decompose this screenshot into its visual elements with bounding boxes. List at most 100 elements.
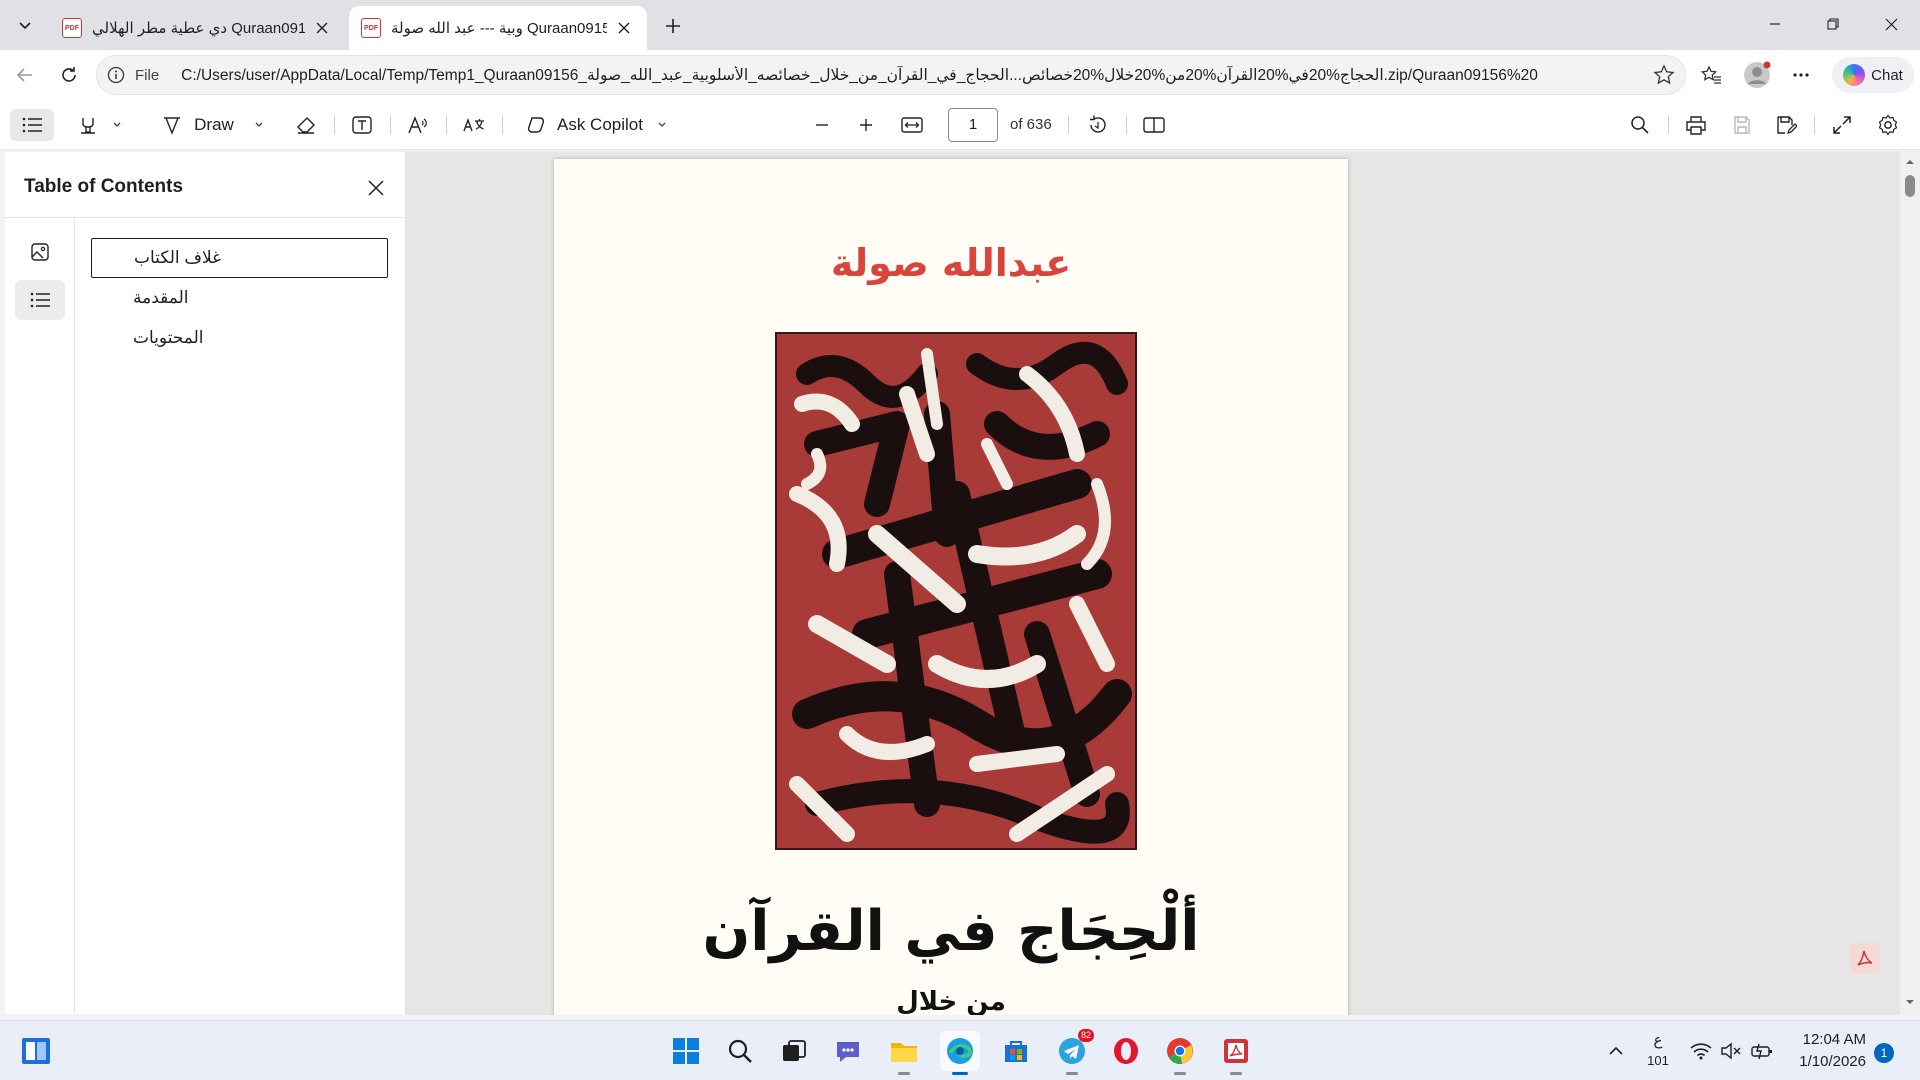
calligraphy-artwork [789, 341, 1132, 844]
rotate-icon [1090, 115, 1106, 133]
restore-button[interactable] [1804, 0, 1862, 48]
teams-chat-button[interactable] [828, 1031, 868, 1071]
pdf-viewer[interactable]: عبدالله صولة ألْحِجَاج في القرآن من خلال [406, 151, 1900, 1015]
read-aloud-button[interactable] [400, 109, 436, 141]
refresh-button[interactable] [52, 59, 86, 91]
save-as-button[interactable] [1768, 109, 1804, 141]
zoom-out-button[interactable] [804, 109, 840, 141]
minus-icon [816, 124, 828, 126]
task-view-button[interactable] [774, 1031, 814, 1071]
save-icon [1734, 116, 1750, 134]
refresh-icon [62, 67, 76, 82]
edge-button[interactable] [940, 1031, 980, 1075]
adobe-acrobat-button[interactable] [1850, 943, 1880, 973]
add-text-button[interactable] [344, 109, 380, 141]
file-explorer-button[interactable] [884, 1031, 924, 1075]
toc-item-cover[interactable]: غلاف الكتاب [91, 238, 388, 278]
zoom-in-button[interactable] [848, 109, 884, 141]
toc-item-label: المقدمة [133, 288, 189, 307]
save-button[interactable] [1724, 109, 1760, 141]
back-button[interactable] [8, 59, 42, 91]
scheme-label: File [135, 66, 160, 84]
pdf-settings-button[interactable] [1870, 109, 1906, 141]
scroll-down-icon[interactable] [1905, 997, 1915, 1007]
scrollbar-thumb[interactable] [1905, 175, 1915, 197]
rotate-button[interactable] [1080, 109, 1116, 141]
quick-settings-button[interactable] [1686, 1031, 1778, 1071]
draw-icon [164, 117, 181, 135]
minimize-icon [1770, 23, 1780, 25]
keyboard-language[interactable]: ع [1646, 1031, 1670, 1049]
scroll-up-icon[interactable] [1905, 157, 1915, 167]
back-arrow-icon [16, 68, 32, 82]
plus-icon [860, 119, 872, 131]
toc-item-contents[interactable]: المحتويات [91, 318, 388, 358]
taskbar-search-button[interactable] [720, 1031, 760, 1071]
info-icon[interactable] [107, 66, 125, 84]
toolbar-divider [1068, 116, 1069, 134]
fullscreen-button[interactable] [1824, 109, 1860, 141]
show-hidden-icons-button[interactable] [1596, 1031, 1636, 1071]
task-view-icon [783, 1040, 806, 1061]
start-button[interactable] [666, 1031, 706, 1071]
minimize-button[interactable] [1746, 0, 1804, 48]
page-number-input[interactable]: 1 [948, 108, 998, 142]
keyboard-layout[interactable]: 101 [1644, 1053, 1672, 1068]
close-window-button[interactable] [1862, 0, 1920, 48]
tab-close-button[interactable] [311, 17, 333, 39]
page-view-button[interactable] [1136, 109, 1172, 141]
profile-button[interactable] [1740, 59, 1774, 91]
chrome-button[interactable] [1160, 1031, 1200, 1075]
erase-button[interactable] [288, 109, 324, 141]
translate-button[interactable] [456, 109, 492, 141]
tab-quraan09156[interactable]: PDF وبية --- عبد الله صولة Quraan09156 [349, 6, 647, 50]
toolbar-divider [1126, 116, 1127, 134]
new-tab-button[interactable] [658, 11, 688, 41]
tab-close-button[interactable] [613, 17, 635, 39]
edge-icon [947, 1038, 973, 1064]
thumbnails-tab[interactable] [15, 232, 65, 272]
settings-more-button[interactable] [1784, 59, 1818, 91]
fit-to-width-button[interactable] [894, 109, 930, 141]
toc-item-introduction[interactable]: المقدمة [91, 278, 388, 318]
copilot-icon [1843, 64, 1866, 86]
print-button[interactable] [1678, 109, 1714, 141]
highlight-button[interactable] [72, 109, 128, 141]
widgets-button[interactable] [16, 1031, 56, 1071]
address-bar[interactable]: File C:/Users/user/AppData/Local/Temp/Te… [96, 55, 1686, 95]
telegram-button[interactable]: 82 [1052, 1029, 1094, 1075]
vertical-scrollbar[interactable] [1900, 151, 1920, 1015]
save-as-icon [1777, 116, 1797, 135]
copilot-chat-button[interactable]: Chat [1832, 57, 1914, 93]
close-panel-button[interactable] [360, 172, 392, 204]
battery-icon [1751, 1043, 1772, 1060]
ask-copilot-button[interactable]: Ask Copilot [516, 109, 676, 141]
pdf-reader-button[interactable] [1216, 1031, 1256, 1075]
telegram-unread-badge: 82 [1077, 1029, 1094, 1042]
clock-date[interactable]: 1/10/2026 [1786, 1053, 1866, 1070]
chevron-down-icon [19, 22, 31, 30]
favorite-star-icon[interactable] [1653, 64, 1675, 86]
chevron-up-icon [1609, 1046, 1623, 1055]
contents-tab[interactable] [15, 280, 65, 320]
opera-button[interactable] [1106, 1031, 1146, 1071]
widgets-icon [22, 1038, 50, 1064]
draw-button[interactable]: Draw [156, 109, 270, 141]
avatar [1744, 61, 1771, 88]
url-text[interactable]: C:/Users/user/AppData/Local/Temp/Temp1_Q… [181, 66, 1651, 85]
translate-icon [463, 117, 484, 132]
clock-time[interactable]: 12:04 AM [1786, 1031, 1866, 1048]
search-button[interactable] [1622, 109, 1658, 141]
draw-label: Draw [194, 115, 234, 134]
table-of-contents-toggle[interactable] [10, 109, 54, 141]
restore-icon [1827, 18, 1839, 30]
running-indicator [1230, 1072, 1242, 1075]
toc-item-label: غلاف الكتاب [134, 248, 221, 267]
tab-quraan09170[interactable]: PDF دي عطية مطر الهلالي Quraan09170 [50, 6, 345, 50]
microsoft-store-button[interactable] [996, 1031, 1036, 1071]
tab-list-button[interactable] [8, 9, 42, 41]
print-icon [1686, 116, 1706, 135]
notification-badge[interactable]: 1 [1874, 1043, 1894, 1063]
favorites-button[interactable] [1694, 59, 1728, 91]
pdf-reader-icon [1224, 1039, 1248, 1063]
